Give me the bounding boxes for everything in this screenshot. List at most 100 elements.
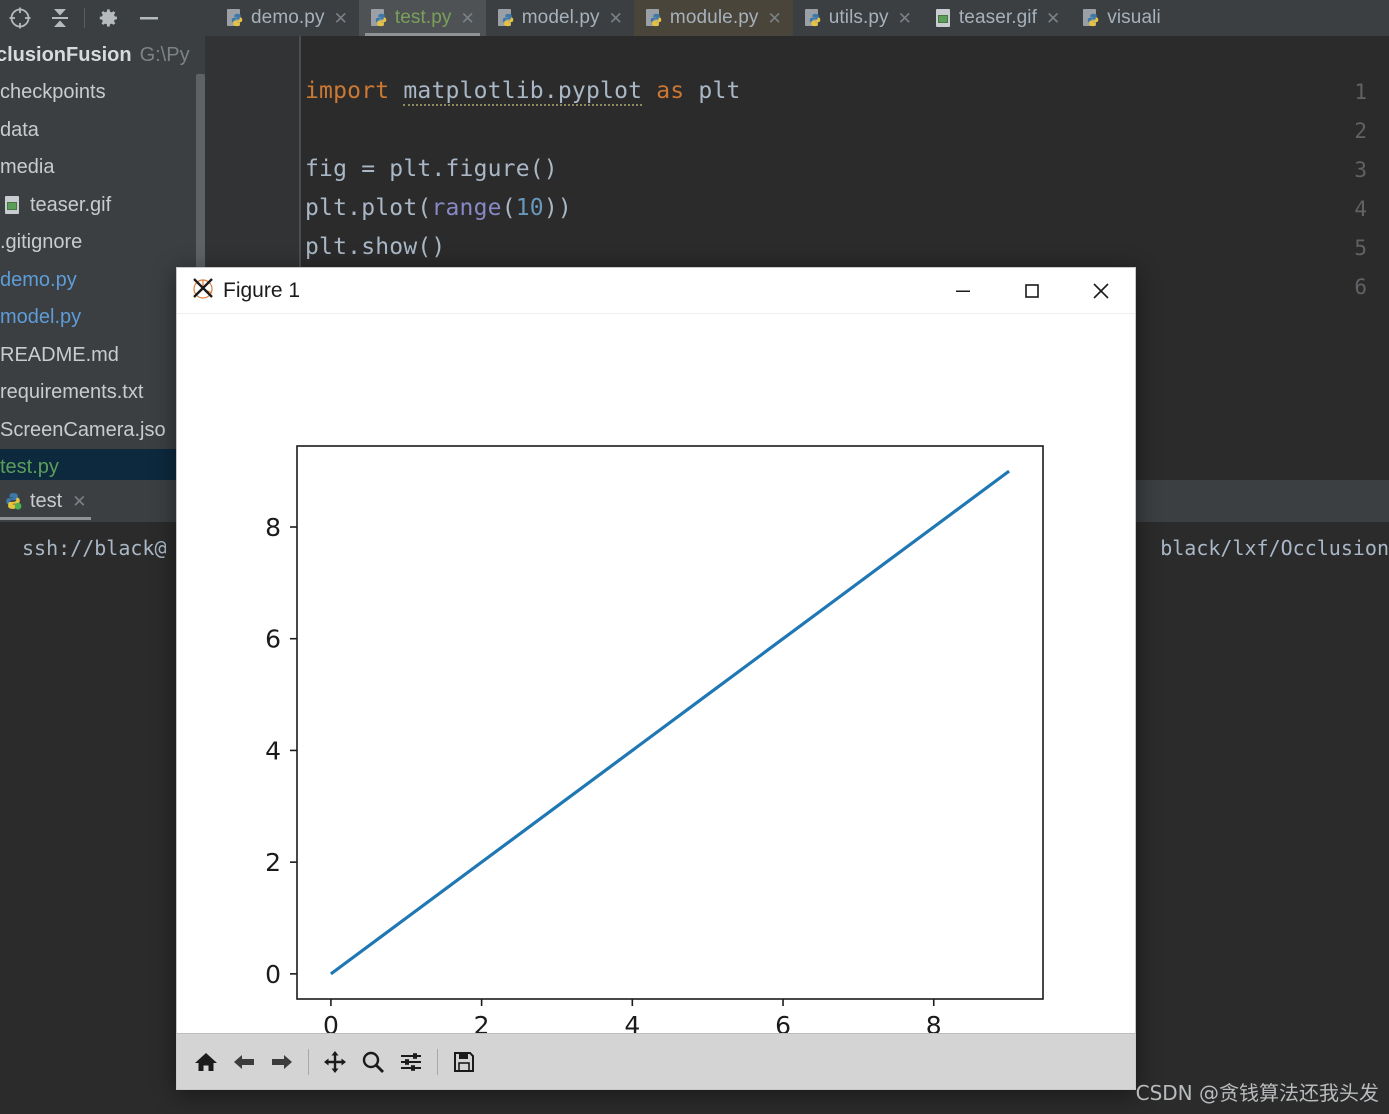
run-tab-test[interactable]: test ✕ bbox=[0, 480, 97, 522]
toolbar-divider bbox=[308, 1048, 309, 1075]
configure-subplots-button[interactable] bbox=[392, 1040, 430, 1084]
line-number: 4 bbox=[1354, 197, 1367, 221]
window-controls[interactable] bbox=[928, 268, 1135, 314]
save-button[interactable] bbox=[445, 1040, 483, 1084]
tree-item-model-py[interactable]: model.py bbox=[0, 299, 205, 337]
maximize-button[interactable] bbox=[997, 268, 1066, 314]
python-file-icon bbox=[804, 8, 822, 28]
tree-item-requirements-txt[interactable]: requirements.txt bbox=[0, 374, 205, 412]
tree-item-data[interactable]: data bbox=[0, 112, 205, 150]
collapse-all-icon[interactable] bbox=[40, 0, 80, 36]
line-number: 3 bbox=[1354, 158, 1367, 182]
forward-button[interactable] bbox=[263, 1040, 301, 1084]
tree-item-screencamera-json[interactable]: ScreenCamera.jso bbox=[0, 412, 205, 450]
tree-label: ScreenCamera.jso bbox=[0, 418, 166, 441]
tab-module-py[interactable]: module.py ✕ bbox=[633, 0, 793, 36]
run-tool-window-tabs[interactable]: test ✕ bbox=[0, 480, 205, 522]
pan-button[interactable] bbox=[316, 1040, 354, 1084]
svg-text:4: 4 bbox=[265, 736, 281, 765]
image-file-icon bbox=[935, 8, 952, 28]
figure-title-bar[interactable]: Figure 1 bbox=[177, 268, 1135, 314]
tab-label: test.py bbox=[394, 7, 452, 28]
locate-target-icon[interactable] bbox=[0, 0, 40, 36]
tree-item-media[interactable]: media bbox=[0, 149, 205, 187]
svg-text:6: 6 bbox=[265, 625, 281, 654]
home-button[interactable] bbox=[187, 1040, 225, 1084]
code-line-1: import matplotlib.pyplot as plt bbox=[305, 78, 741, 106]
project-header[interactable]: clusionFusion G:\Py bbox=[0, 36, 205, 74]
python-file-icon bbox=[1083, 8, 1100, 28]
close-button[interactable] bbox=[1066, 268, 1135, 314]
matplotlib-nav-toolbar[interactable] bbox=[177, 1033, 1135, 1089]
close-icon[interactable]: ✕ bbox=[1046, 10, 1060, 27]
python-run-icon bbox=[4, 491, 22, 511]
svg-text:8: 8 bbox=[265, 513, 281, 542]
matplotlib-logo-icon bbox=[191, 276, 215, 305]
tree-label: checkpoints bbox=[0, 81, 106, 104]
run-tab-label: test bbox=[30, 489, 63, 512]
tree-item-teaser-gif[interactable]: teaser.gif bbox=[0, 187, 205, 225]
python-file-icon bbox=[370, 8, 388, 28]
line-number: 6 bbox=[1354, 275, 1367, 299]
svg-text:0: 0 bbox=[265, 960, 281, 989]
close-icon[interactable]: ✕ bbox=[72, 493, 86, 510]
svg-text:8: 8 bbox=[926, 1011, 942, 1033]
console-command-right: black/lxf/Occlusion bbox=[1160, 536, 1389, 560]
close-icon[interactable]: ✕ bbox=[334, 10, 348, 27]
code-line-3: fig = plt.figure() bbox=[305, 156, 558, 182]
tab-label: visuali bbox=[1107, 7, 1161, 28]
tab-teaser-gif[interactable]: teaser.gif ✕ bbox=[923, 0, 1071, 36]
python-file-icon bbox=[645, 8, 663, 28]
screen-root: demo.py ✕ test.py ✕ model.py ✕ module.py… bbox=[0, 0, 1389, 1114]
close-icon[interactable]: ✕ bbox=[461, 10, 475, 27]
tab-model-py[interactable]: model.py ✕ bbox=[486, 0, 634, 36]
line-number: 5 bbox=[1354, 236, 1367, 260]
svg-text:2: 2 bbox=[474, 1011, 490, 1033]
tree-label: media bbox=[0, 156, 55, 179]
tree-item-readme-md[interactable]: README.md bbox=[0, 337, 205, 375]
project-path: G:\Py bbox=[139, 43, 190, 66]
back-button[interactable] bbox=[225, 1040, 263, 1084]
tab-label: module.py bbox=[669, 7, 759, 28]
settings-gear-icon[interactable] bbox=[89, 0, 129, 36]
tab-label: model.py bbox=[521, 7, 600, 28]
minimize-button[interactable] bbox=[928, 268, 997, 314]
toolbar-divider bbox=[84, 8, 85, 28]
tree-label: requirements.txt bbox=[0, 381, 144, 404]
svg-text:0: 0 bbox=[323, 1011, 339, 1033]
tree-label: demo.py bbox=[0, 268, 77, 291]
ide-toolbar bbox=[0, 0, 215, 36]
tab-utils-py[interactable]: utils.py ✕ bbox=[793, 0, 923, 36]
minimize-icon[interactable] bbox=[129, 0, 169, 36]
code-line-5: plt.show() bbox=[305, 234, 446, 260]
tree-label: test.py bbox=[0, 456, 59, 479]
tab-test-py[interactable]: test.py ✕ bbox=[358, 0, 486, 36]
tab-label: teaser.gif bbox=[958, 7, 1038, 28]
tree-item-gitignore[interactable]: .gitignore bbox=[0, 224, 205, 262]
python-file-icon bbox=[497, 8, 515, 28]
close-icon[interactable]: ✕ bbox=[898, 10, 912, 27]
project-name: clusionFusion bbox=[0, 43, 132, 66]
matplotlib-axes: 0 2 4 6 8 0 2 4 6 8 bbox=[265, 445, 1044, 1033]
toolbar-divider bbox=[437, 1048, 438, 1075]
tab-label: demo.py bbox=[251, 7, 325, 28]
figure-canvas[interactable]: 0 2 4 6 8 0 2 4 6 8 bbox=[177, 314, 1135, 1033]
close-icon[interactable]: ✕ bbox=[609, 10, 623, 27]
figure-title-text: Figure 1 bbox=[223, 278, 301, 302]
code-line-4: plt.plot(range(10)) bbox=[305, 195, 572, 221]
figure-window[interactable]: Figure 1 0 2 4 6 8 0 2 4 6 8 bbox=[176, 267, 1136, 1090]
svg-text:6: 6 bbox=[775, 1011, 791, 1033]
tree-label: model.py bbox=[0, 306, 82, 329]
line-number: 2 bbox=[1354, 119, 1367, 143]
watermark: CSDN @贪钱算法还我头发 bbox=[1135, 1081, 1379, 1105]
tree-item-demo-py[interactable]: demo.py bbox=[0, 262, 205, 300]
line-number: 1 bbox=[1354, 80, 1367, 104]
zoom-button[interactable] bbox=[354, 1040, 392, 1084]
close-icon[interactable]: ✕ bbox=[767, 10, 781, 27]
svg-text:4: 4 bbox=[624, 1011, 640, 1033]
editor-tab-bar[interactable]: demo.py ✕ test.py ✕ model.py ✕ module.py… bbox=[215, 0, 1389, 36]
tree-item-checkpoints[interactable]: checkpoints bbox=[0, 74, 205, 112]
image-file-icon bbox=[4, 195, 21, 215]
tab-visualize-py[interactable]: visuali bbox=[1071, 0, 1172, 36]
tab-demo-py[interactable]: demo.py ✕ bbox=[215, 0, 359, 36]
